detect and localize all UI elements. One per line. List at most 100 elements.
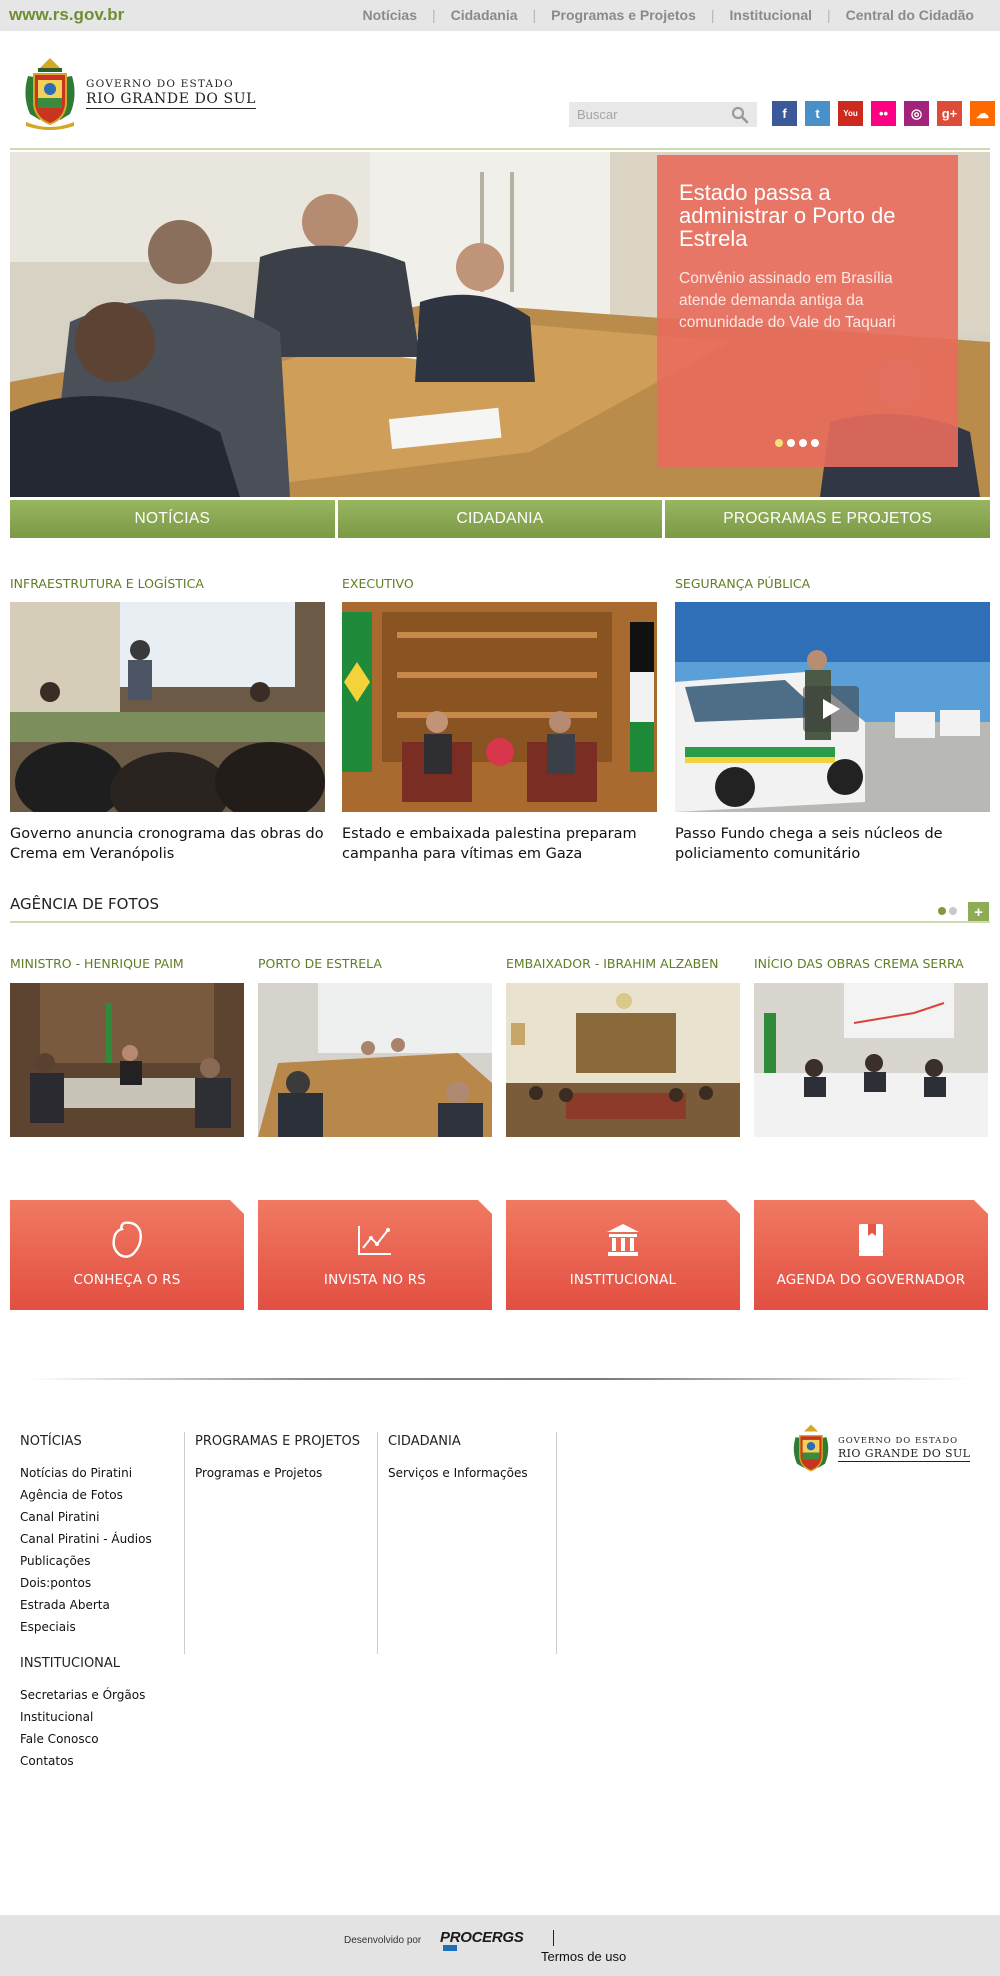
- news-item: INFRAESTRUTURA E LOGÍSTICA Governo anunc…: [10, 576, 325, 864]
- photo-thumbnail[interactable]: [258, 983, 492, 1137]
- facebook-icon[interactable]: f: [772, 101, 797, 126]
- hero-slider[interactable]: Estado passa a administrar o Porto de Es…: [10, 152, 990, 497]
- photo-thumbnail[interactable]: [506, 983, 740, 1137]
- ambassador-meeting-photo: [506, 983, 740, 1137]
- news-title[interactable]: Governo anuncia cronograma das obras do …: [10, 824, 325, 864]
- footer-link[interactable]: Publicações: [20, 1550, 180, 1572]
- photo-caption[interactable]: INÍCIO DAS OBRAS CREMA SERRA: [754, 930, 988, 978]
- top-nav-programas[interactable]: Programas e Projetos: [551, 7, 696, 23]
- search-input[interactable]: [569, 102, 719, 127]
- google-plus-icon[interactable]: g+: [937, 101, 962, 126]
- hero-title[interactable]: Estado passa a administrar o Porto de Es…: [679, 181, 936, 250]
- hero-caption-panel[interactable]: Estado passa a administrar o Porto de Es…: [657, 155, 958, 467]
- slide-dot[interactable]: [775, 439, 783, 447]
- news-image[interactable]: [10, 602, 325, 812]
- footer-heading[interactable]: CIDADANIA: [388, 1434, 558, 1452]
- developed-by-label: Desenvolvido por: [344, 1935, 422, 1946]
- photo-caption[interactable]: EMBAIXADOR - IBRAHIM ALZABEN: [506, 930, 740, 978]
- photo-thumbnail[interactable]: [754, 983, 988, 1137]
- terms-of-use-link[interactable]: Termos de uso: [541, 1949, 626, 1964]
- footer-column-divider: [184, 1432, 185, 1654]
- procergs-logo[interactable]: PROCERGS: [440, 1929, 524, 1946]
- top-navigation: Notícias | Cidadania | Programas e Proje…: [363, 7, 974, 23]
- news-item: EXECUTIVO Estado e embaixada palestina p…: [342, 576, 657, 864]
- twitter-icon[interactable]: t: [805, 101, 830, 126]
- bottom-bar: Desenvolvido por PROCERGS Termos de uso: [0, 1915, 1000, 1976]
- footer-link[interactable]: Dois:pontos: [20, 1572, 180, 1594]
- slide-dot[interactable]: [799, 439, 807, 447]
- news-category[interactable]: INFRAESTRUTURA E LOGÍSTICA: [10, 576, 325, 594]
- site-url-link[interactable]: www.rs.gov.br: [9, 5, 124, 25]
- top-nav-noticias[interactable]: Notícias: [363, 7, 417, 23]
- footer-column-noticias: NOTÍCIAS Notícias do Piratini Agência de…: [20, 1434, 180, 1638]
- footer-link[interactable]: Agência de Fotos: [20, 1484, 180, 1506]
- card-label: AGENDA DO GOVERNADOR: [776, 1272, 966, 1288]
- footer-heading[interactable]: INSTITUCIONAL: [20, 1656, 180, 1674]
- procergs-logo-mark: [443, 1945, 457, 1951]
- photo-agency-more-button[interactable]: +: [968, 902, 989, 922]
- photo-item: MINISTRO - HENRIQUE PAIM: [10, 930, 244, 1137]
- soundcloud-icon[interactable]: ☁: [970, 101, 995, 126]
- footer-link[interactable]: Canal Piratini: [20, 1506, 180, 1528]
- news-video-thumbnail[interactable]: [675, 602, 990, 812]
- photo-item: INÍCIO DAS OBRAS CREMA SERRA: [754, 930, 988, 1137]
- search-icon[interactable]: [731, 106, 749, 124]
- news-category[interactable]: SEGURANÇA PÚBLICA: [675, 576, 990, 594]
- pagination-dot[interactable]: [949, 907, 957, 915]
- photo-item: PORTO DE ESTRELA: [258, 930, 492, 1137]
- card-label: INSTITUCIONAL: [569, 1272, 677, 1288]
- flickr-icon[interactable]: ••: [871, 101, 896, 126]
- card-agenda-governador[interactable]: AGENDA DO GOVERNADOR: [754, 1200, 988, 1310]
- card-invista-rs[interactable]: INVISTA NO RS: [258, 1200, 492, 1310]
- play-icon[interactable]: [803, 686, 859, 732]
- photo-agency-divider: [10, 921, 990, 923]
- social-links: f t You •• ◎ g+ ☁: [772, 101, 995, 126]
- state-logo[interactable]: GOVERNO DO ESTADO RIO GRANDE DO SUL: [20, 56, 257, 130]
- footer-link[interactable]: Secretarias e Órgãos: [20, 1684, 180, 1706]
- footer-link[interactable]: Serviços e Informações: [388, 1462, 558, 1484]
- footer-link[interactable]: Fale Conosco: [20, 1728, 180, 1750]
- footer-state-logo[interactable]: GOVERNO DO ESTADO RIO GRANDE DO SUL: [790, 1423, 971, 1475]
- instagram-icon[interactable]: ◎: [904, 101, 929, 126]
- logo-line-2: RIO GRANDE DO SUL: [86, 90, 257, 109]
- top-nav-institucional[interactable]: Institucional: [730, 7, 812, 23]
- bottom-separator: [553, 1930, 554, 1946]
- footer-link[interactable]: Estrada Aberta: [20, 1594, 180, 1616]
- photo-agency-title[interactable]: AGÊNCIA DE FOTOS: [10, 895, 159, 913]
- category-tab-cidadania[interactable]: CIDADANIA: [334, 500, 663, 538]
- footer-divider: [30, 1378, 970, 1380]
- footer-heading[interactable]: NOTÍCIAS: [20, 1434, 180, 1452]
- pagination-dot-active[interactable]: [938, 907, 946, 915]
- photo-thumbnail[interactable]: [10, 983, 244, 1137]
- footer-link[interactable]: Especiais: [20, 1616, 180, 1638]
- top-nav-central-cidadao[interactable]: Central do Cidadão: [846, 7, 974, 23]
- footer-logo-text: GOVERNO DO ESTADO RIO GRANDE DO SUL: [838, 1436, 971, 1462]
- footer-column-divider: [556, 1432, 557, 1654]
- footer-link[interactable]: Canal Piratini - Áudios: [20, 1528, 180, 1550]
- news-image[interactable]: [342, 602, 657, 812]
- youtube-icon[interactable]: You: [838, 101, 863, 126]
- news-title[interactable]: Passo Fundo chega a seis núcleos de poli…: [675, 824, 990, 864]
- footer-link[interactable]: Notícias do Piratini: [20, 1462, 180, 1484]
- footer-link[interactable]: Contatos: [20, 1750, 180, 1772]
- category-tab-noticias[interactable]: NOTÍCIAS: [10, 500, 335, 538]
- rs-map-icon: [112, 1221, 142, 1258]
- slide-dot[interactable]: [787, 439, 795, 447]
- category-tab-programas[interactable]: PROGRAMAS E PROJETOS: [662, 500, 991, 538]
- logo-line-1: GOVERNO DO ESTADO: [838, 1436, 959, 1446]
- top-nav-cidadania[interactable]: Cidadania: [451, 7, 518, 23]
- growth-chart-icon: [358, 1226, 391, 1255]
- photo-caption[interactable]: PORTO DE ESTRELA: [258, 930, 492, 978]
- card-conheca-rs[interactable]: CONHEÇA O RS: [10, 1200, 244, 1310]
- card-institucional[interactable]: INSTITUCIONAL: [506, 1200, 740, 1310]
- footer-column-institucional: INSTITUCIONAL Secretarias e Órgãos Insti…: [20, 1656, 180, 1772]
- footer-link[interactable]: Institucional: [20, 1706, 180, 1728]
- footer-heading[interactable]: PROGRAMAS E PROJETOS: [195, 1434, 375, 1452]
- news-category[interactable]: EXECUTIVO: [342, 576, 657, 594]
- minister-meeting-photo: [10, 983, 244, 1137]
- slide-dot[interactable]: [811, 439, 819, 447]
- news-title[interactable]: Estado e embaixada palestina preparam ca…: [342, 824, 657, 864]
- agenda-book-icon: [859, 1224, 883, 1256]
- photo-caption[interactable]: MINISTRO - HENRIQUE PAIM: [10, 930, 244, 978]
- footer-link[interactable]: Programas e Projetos: [195, 1462, 375, 1484]
